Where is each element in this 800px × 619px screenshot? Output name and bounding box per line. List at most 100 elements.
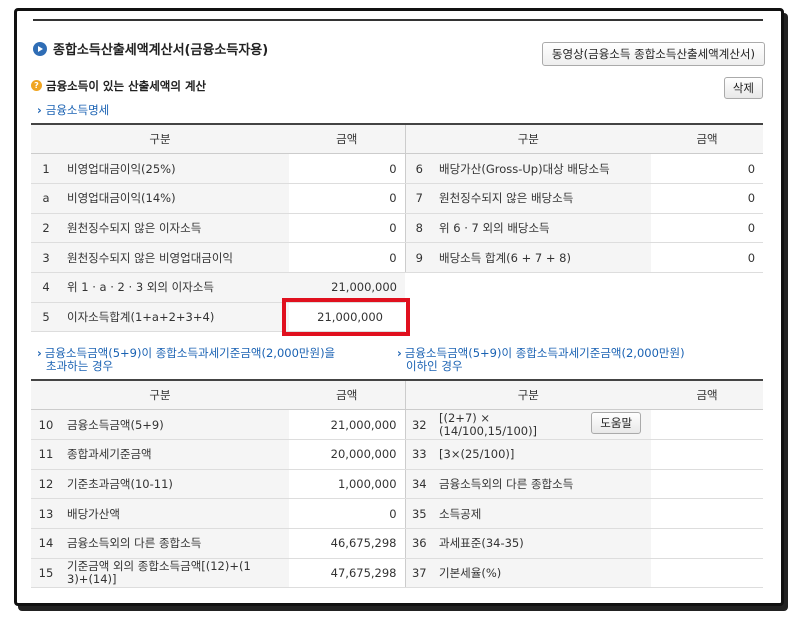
question-icon: ?: [31, 80, 42, 91]
col-header: 구분: [31, 123, 290, 155]
table-row: 11 종합과세기준금액 20,000,000 33 [3×(25/100)]: [31, 439, 764, 470]
table-row: 2 원천징수되지 않은 이자소득 0 8 위 6 · 7 외의 배당소득 0: [31, 213, 764, 244]
condition-line: 금융소득금액(5+9)이 종합소득과세기준금액(2,000만원)을: [44, 346, 336, 360]
highlight-box: [282, 298, 410, 336]
amount-field: [651, 409, 764, 440]
condition-line: 금융소득금액(5+9)이 종합소득과세기준금액(2,000만원): [404, 346, 685, 360]
row-number: 35: [404, 498, 434, 529]
table-row: 15 기준금액 외의 종합소득금액[(12)+(1 3)+(14)] 47,67…: [31, 558, 764, 589]
row-number: 36: [404, 528, 434, 559]
title-row: 종합소득산출세액계산서(금융소득자용) 동영상(금융소득 종합소득산출세액계산서…: [33, 39, 765, 66]
condition-link-under[interactable]: › 금융소득금액(5+9)이 종합소득과세기준금액(2,000만원) 이하인 경우: [397, 347, 685, 373]
row-number: 1: [31, 153, 61, 184]
col-header: 구분: [404, 379, 652, 411]
window-frame: 종합소득산출세액계산서(금융소득자용) 동영상(금융소득 종합소득산출세액계산서…: [14, 8, 784, 606]
amount-field[interactable]: 0: [651, 213, 764, 244]
empty-cell: [405, 272, 764, 303]
row-label: 이자소득합계(1+a+2+3+4): [61, 302, 290, 333]
row-label: [3×(25/100)]: [433, 439, 652, 470]
condition-link-over[interactable]: › 금융소득금액(5+9)이 종합소득과세기준금액(2,000만원)을 초과하는 …: [37, 347, 335, 373]
amount-field: 20,000,000: [289, 439, 406, 470]
amount-field[interactable]: 0: [651, 153, 764, 184]
amount-field[interactable]: 0: [651, 183, 764, 214]
amount-field: 1,000,000: [289, 469, 406, 500]
detail-link[interactable]: › 금융소득명세: [37, 102, 109, 118]
table-row: 12 기준초과금액(10-11) 1,000,000 34 금융소득외의 다른 …: [31, 469, 764, 500]
amount-field[interactable]: 0: [289, 153, 406, 184]
amount-field[interactable]: 0: [651, 242, 764, 273]
row-label: 소득공제: [433, 498, 652, 529]
row-label: 위 6 · 7 외의 배당소득: [433, 213, 652, 244]
row-number: 32: [404, 409, 434, 440]
table-row: 14 금융소득외의 다른 종합소득 46,675,298 36 과세표준(34-…: [31, 528, 764, 559]
row-label-line: 3)+(14)]: [67, 571, 117, 586]
row-label: 비영업대금이익(25%): [61, 153, 290, 184]
amount-field: 46,675,298: [289, 528, 406, 559]
row-label: 비영업대금이익(14%): [61, 183, 290, 214]
row-label: 도움말 [(2+7) × (14/100,15/100)]: [433, 409, 652, 440]
row-number: 5: [31, 302, 61, 333]
row-number: 8: [404, 213, 434, 244]
section-header: ? 금융소득이 있는 산출세액의 계산 삭제: [31, 77, 763, 101]
chevron-right-icon: ›: [37, 103, 42, 117]
row-label: 배당가산(Gross-Up)대상 배당소득: [433, 153, 652, 184]
top-divider: [33, 19, 763, 21]
table-header: 구분 금액 구분 금액: [31, 379, 764, 411]
delete-button[interactable]: 삭제: [723, 77, 763, 99]
row-number: 14: [31, 528, 61, 559]
help-button[interactable]: 도움말: [591, 411, 642, 434]
amount-field: [651, 439, 764, 470]
row-label: 원천징수되지 않은 이자소득: [61, 213, 290, 244]
row-label: 기준초과금액(10-11): [61, 469, 290, 500]
row-label: 금융소득금액(5+9): [61, 409, 290, 440]
row-label: 과세표준(34-35): [433, 528, 652, 559]
row-number: 9: [404, 242, 434, 273]
chevron-right-icon: ›: [397, 346, 402, 360]
col-header: 금액: [289, 123, 406, 155]
table-row: 10 금융소득금액(5+9) 21,000,000 32 도움말 [(2+7) …: [31, 409, 764, 440]
row-number: 10: [31, 409, 61, 440]
amount-field: 47,675,298: [289, 558, 406, 589]
row-number: 13: [31, 498, 61, 529]
row-label: 원천징수되지 않은 배당소득: [433, 183, 652, 214]
bullet-arrow-icon: [33, 42, 47, 56]
amount-field: 0: [289, 498, 406, 529]
row-number: 37: [404, 558, 434, 589]
row-number: 7: [404, 183, 434, 214]
row-label: 금융소득외의 다른 종합소득: [433, 469, 652, 500]
row-number: 33: [404, 439, 434, 470]
condition-line: 초과하는 경우: [46, 359, 114, 373]
row-label: 기본세율(%): [433, 558, 652, 589]
condition-line: 이하인 경우: [406, 359, 463, 373]
amount-field: [651, 498, 764, 529]
table-row: a 비영업대금이익(14%) 0 7 원천징수되지 않은 배당소득 0: [31, 183, 764, 214]
amount-field: [651, 558, 764, 589]
amount-field[interactable]: 0: [289, 213, 406, 244]
col-header: 구분: [31, 379, 290, 411]
table-header: 구분 금액 구분 금액: [31, 123, 764, 155]
section-title: 금융소득이 있는 산출세액의 계산: [46, 79, 207, 93]
video-button[interactable]: 동영상(금융소득 종합소득산출세액계산서): [541, 42, 765, 66]
chevron-right-icon: ›: [37, 346, 42, 360]
row-number: 2: [31, 213, 61, 244]
row-number: 4: [31, 272, 61, 303]
amount-field[interactable]: 0: [289, 242, 406, 273]
amount-field: 21,000,000: [289, 409, 406, 440]
table-row: 3 원천징수되지 않은 비영업대금이익 0 9 배당소득 합계(6 + 7 + …: [31, 242, 764, 273]
row-label: 배당소득 합계(6 + 7 + 8): [433, 242, 652, 273]
row-number: 11: [31, 439, 61, 470]
row-label: 기준금액 외의 종합소득금액[(12)+(1 3)+(14)]: [61, 558, 290, 589]
amount-field[interactable]: 0: [289, 183, 406, 214]
row-label: 종합과세기준금액: [61, 439, 290, 470]
row-number: 15: [31, 558, 61, 589]
row-number: a: [31, 183, 61, 214]
page-title: 종합소득산출세액계산서(금융소득자용): [53, 43, 269, 58]
row-number: 3: [31, 242, 61, 273]
row-label: 배당가산액: [61, 498, 290, 529]
amount-field: [651, 469, 764, 500]
detail-link-label: 금융소득명세: [45, 103, 110, 117]
table-row: 1 비영업대금이익(25%) 0 6 배당가산(Gross-Up)대상 배당소득…: [31, 153, 764, 184]
tax-calc-table: 구분 금액 구분 금액 10 금융소득금액(5+9) 21,000,000 32…: [31, 379, 764, 589]
table-row: 13 배당가산액 0 35 소득공제: [31, 498, 764, 529]
amount-field: [651, 528, 764, 559]
